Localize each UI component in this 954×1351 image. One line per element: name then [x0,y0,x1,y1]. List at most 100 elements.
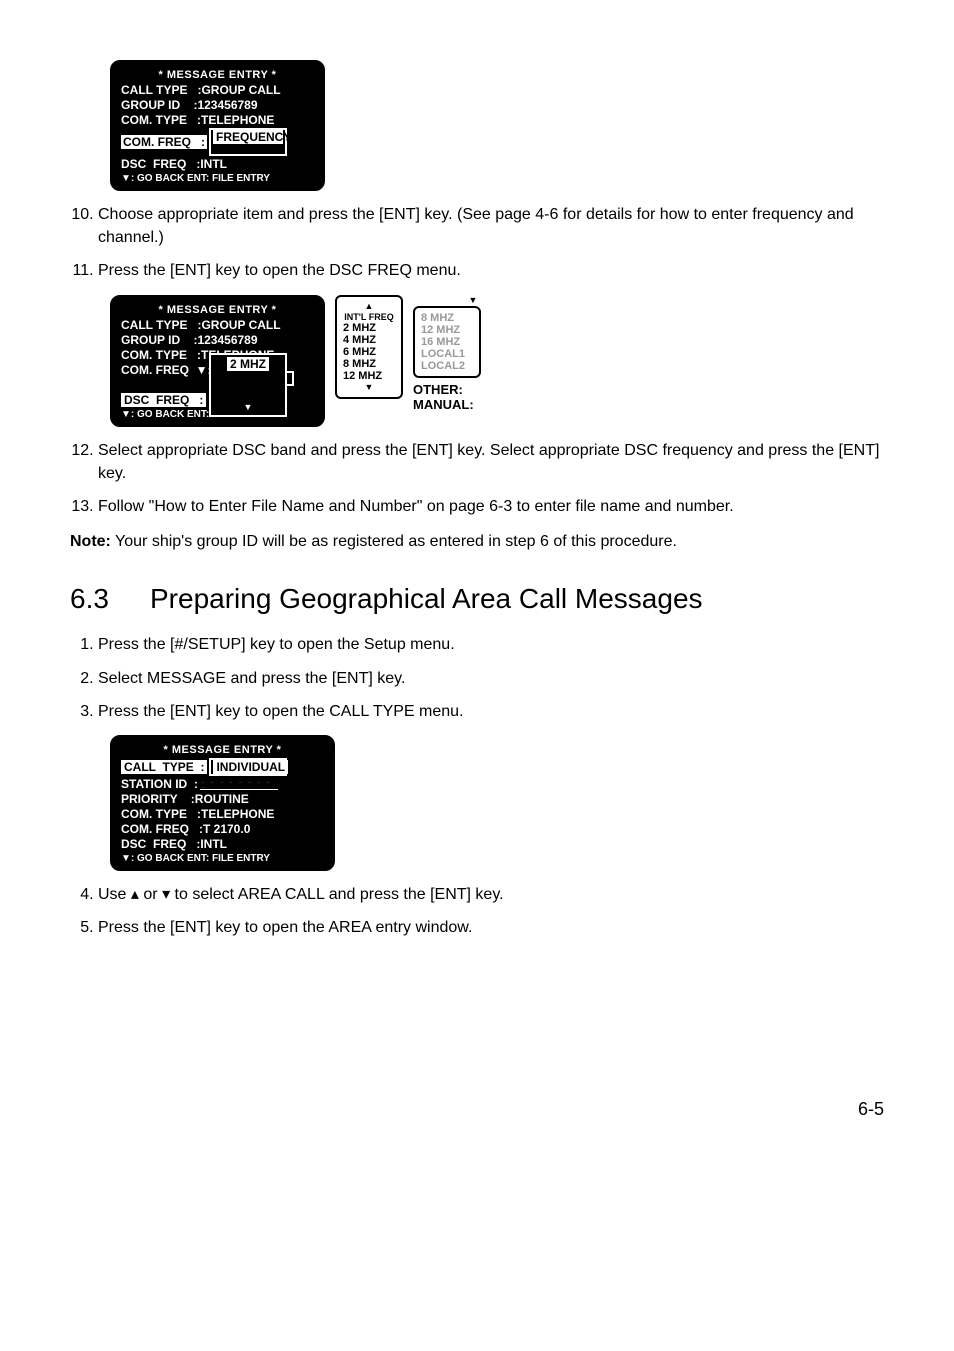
value-com-freq-box: FREQUENCY [209,128,287,156]
row-group-id: GROUP ID : 123456789 [121,333,314,347]
row-com-type: COM. TYPE : TELEPHONE [121,113,314,127]
screen-header: * MESSAGE ENTRY * [121,744,324,756]
dsc-overlay-area: COM. FREQ ▼: T 2170.0 COM. FREQ ▼: R 217… [121,363,314,407]
screen-footer: ▼: GO BACK ENT: FILE ENTRY [121,173,314,184]
row-com-type: COM. TYPE : TELEPHONE [121,807,324,821]
note-label: Note: [70,533,111,550]
menu-intl-freq-scrolled: 8 MHZ 12 MHZ 16 MHZ LOCAL1 LOCAL2 OTHER:… [413,295,533,412]
row-call-type: CALL TYPE : GROUP CALL [121,83,314,97]
step4-pre: Use [98,886,131,903]
menu-item: 2 MHZ [343,322,395,334]
menu-item-other: OTHER: [413,382,533,397]
value-dsc-freq: INTL [200,837,227,851]
note-line: Note: Your ship's group ID will be as re… [70,530,884,553]
menu-item: 4 MHZ [343,334,395,346]
label: CALL TYPE : [121,318,201,332]
step-13: Follow "How to Enter File Name and Numbe… [98,495,884,518]
value-com-type: TELEPHONE [201,113,274,127]
label-com-type: COM. TYPE : [121,113,201,127]
menu-title: INT'L FREQ [343,312,395,322]
value-com-freq: T 2170.0 [203,822,250,836]
menu-item: LOCAL1 [421,348,473,360]
label-dsc-freq: DSC FREQ : [121,837,200,851]
value-call-type: GROUP CALL [201,83,280,97]
menu-item: 8 MHZ [421,312,473,324]
value-com-freq-blank [213,144,283,154]
value-com-type: TELEPHONE [201,807,274,821]
sec-step-4: Use or to select AREA CALL and press the… [98,883,884,906]
value: GROUP CALL [201,318,280,332]
value-group-id: 123456789 [197,98,257,112]
label-station-id: STATION ID : [121,777,198,791]
label: COM. FREQ ▼: [121,363,212,377]
step4-post: to select AREA CALL and press the [ENT] … [170,886,504,903]
menu-item: LOCAL2 [421,360,473,372]
step-12: Select appropriate DSC band and press th… [98,439,884,485]
screen-com-freq-menu: * MESSAGE ENTRY * CALL TYPE : GROUP CALL… [110,60,325,191]
sec-step-1: Press the [#/SETUP] key to open the Setu… [98,633,884,656]
section-title: Preparing Geographical Area Call Message… [150,583,703,614]
row-com-freq: COM. FREQ : T 2170.0 [121,822,324,836]
label: COM. TYPE : [121,348,201,362]
section-steps-4-5: Use or to select AREA CALL and press the… [70,883,884,939]
label-call-type: CALL TYPE : [121,83,201,97]
steps-10-11: Choose appropriate item and press the [E… [70,203,884,283]
sec-step-3: Press the [ENT] key to open the CALL TYP… [98,700,884,723]
label-call-type: CALL TYPE : [121,760,207,774]
chevron-up-icon [365,301,374,312]
sec-step-5: Press the [ENT] key to open the AREA ent… [98,916,884,939]
menu-item-manual: MANUAL: [413,397,533,412]
sec-step-2: Select MESSAGE and press the [ENT] key. [98,667,884,690]
chevron-down-icon [469,295,478,306]
screen-header: * MESSAGE ENTRY * [121,69,314,81]
triangle-down-icon [162,886,170,903]
screen-dsc-freq-menu: * MESSAGE ENTRY * CALL TYPE : GROUP CALL… [110,295,325,427]
row-dsc-freq: DSC FREQ : INTL [121,837,324,851]
step-11: Press the [ENT] key to open the DSC FREQ… [98,259,884,282]
triangle-up-icon [131,886,139,903]
scroll-down-indicator [413,295,533,306]
menu-intl-freq: INT'L FREQ 2 MHZ 4 MHZ 6 MHZ 8 MHZ 12 MH… [335,295,403,399]
section-heading: 6.3Preparing Geographical Area Call Mess… [70,583,884,615]
row-call-type: CALL TYPE : INDIVIDUAL [121,758,324,776]
menu-item: 12 MHZ [343,370,395,382]
row-call-type: CALL TYPE : GROUP CALL [121,318,314,332]
value-com-freq: FREQUENCY [213,130,283,144]
label-dsc-freq: DSC FREQ : [121,393,206,407]
step4-mid: or [139,886,162,903]
menu-item: 8 MHZ [343,358,395,370]
screen-header: * MESSAGE ENTRY * [121,304,314,316]
menu-item: 12 MHZ [421,324,473,336]
step-10: Choose appropriate item and press the [E… [98,203,884,249]
screen-footer: ▼: GO BACK ENT: FILE ENTRY [121,853,324,864]
menu-item: 6 MHZ [343,346,395,358]
row-priority: PRIORITY : ROUTINE [121,792,324,806]
screen-message-entry: * MESSAGE ENTRY * CALL TYPE : INDIVIDUAL… [110,735,335,871]
value-dsc-freq: INTL [200,157,227,171]
label-dsc-freq: DSC FREQ : [121,157,200,171]
popup-title: 2 MHZ [213,357,283,371]
popup-down-icon [213,399,283,413]
menu-faded: 8 MHZ 12 MHZ 16 MHZ LOCAL1 LOCAL2 [413,306,481,378]
menu-item: 16 MHZ [421,336,473,348]
value-call-type: INDIVIDUAL [213,760,288,774]
section-number: 6.3 [70,583,150,615]
scroll-down-icon [343,382,395,393]
value-station-id: _ _ _ _ _ _ _ _ _ [200,778,278,790]
label-com-freq: COM. FREQ : [121,822,203,836]
section-steps-1-3: Press the [#/SETUP] key to open the Setu… [70,633,884,723]
row-dsc-freq: DSC FREQ : INTL [121,157,314,171]
chevron-down-icon [244,399,253,413]
scroll-up-icon [343,301,395,312]
label-priority: PRIORITY : [121,792,195,806]
label-com-freq: COM. FREQ : [121,135,207,149]
value-priority: ROUTINE [195,792,249,806]
label: GROUP ID : [121,333,197,347]
dsc-band-popup: 2 MHZ [209,353,287,417]
value: 123456789 [197,333,257,347]
row-station-id: STATION ID : _ _ _ _ _ _ _ _ _ [121,777,324,791]
row-com-freq: COM. FREQ : FREQUENCY [121,128,314,156]
steps-12-13: Select appropriate DSC band and press th… [70,439,884,519]
note-text: Your ship's group ID will be as register… [111,533,677,550]
value-call-type-box: INDIVIDUAL [209,758,287,776]
